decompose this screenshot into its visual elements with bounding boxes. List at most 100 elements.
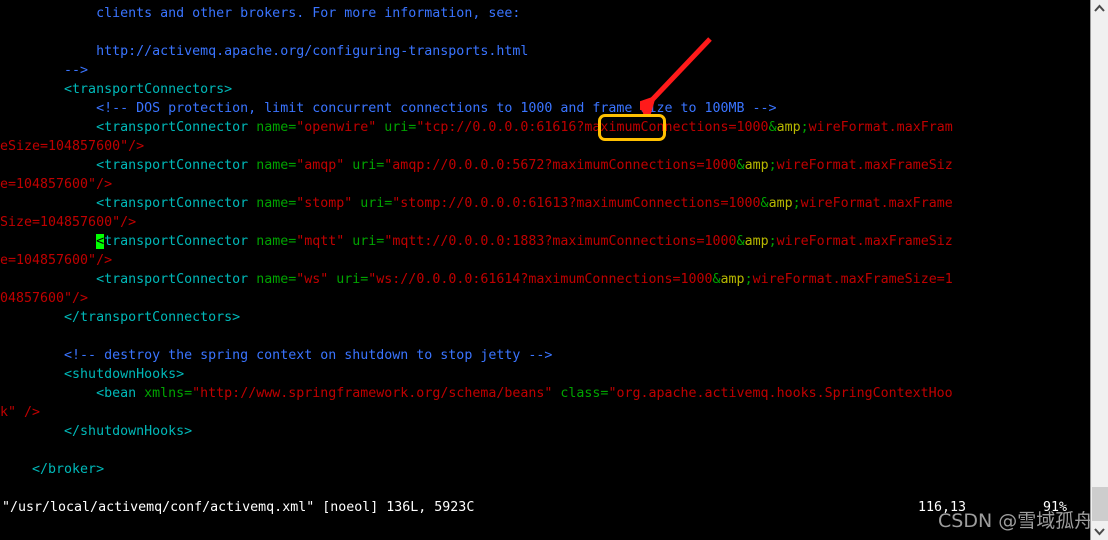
code-line: --> bbox=[0, 61, 1090, 80]
code-token: & bbox=[768, 120, 777, 135]
code-line: <transportConnector name="stomp" uri="st… bbox=[0, 194, 1090, 213]
code-token: name= bbox=[256, 158, 297, 173]
code-token: "org.apache.activemq.hooks.SpringContext… bbox=[608, 386, 953, 401]
code-token: uri= bbox=[352, 158, 385, 173]
code-token: transportConnector bbox=[104, 234, 257, 249]
code-line: <shutdownHooks> bbox=[0, 365, 1090, 384]
code-line: Size=104857600"/> bbox=[0, 213, 1090, 232]
code-line: <transportConnector name="mqtt" uri="mqt… bbox=[0, 232, 1090, 251]
code-line: <transportConnector name="amqp" uri="amq… bbox=[0, 156, 1090, 175]
terminal-window: clients and other brokers. For more info… bbox=[0, 0, 1108, 540]
vim-status-line: "/usr/local/activemq/conf/activemq.xml" … bbox=[0, 498, 1090, 518]
code-token: ; bbox=[744, 272, 753, 287]
code-line: </transportConnectors> bbox=[0, 308, 1090, 327]
code-token: </transportConnectors> bbox=[0, 310, 241, 325]
code-token: k" /> bbox=[0, 405, 41, 420]
code-line: <!-- DOS protection, limit concurrent co… bbox=[0, 99, 1090, 118]
code-token: uri= bbox=[384, 120, 417, 135]
code-token: & bbox=[760, 196, 769, 211]
code-line: eSize=104857600"/> bbox=[0, 137, 1090, 156]
code-line: <bean xmlns="http://www.springframework.… bbox=[0, 384, 1090, 403]
code-line: http://activemq.apache.org/configuring-t… bbox=[0, 42, 1090, 61]
code-line: <transportConnector name="openwire" uri=… bbox=[0, 118, 1090, 137]
code-token: <bean bbox=[0, 386, 145, 401]
code-token: <transportConnector bbox=[0, 272, 257, 287]
code-token: "amqp" bbox=[296, 158, 353, 173]
code-token: name= bbox=[256, 234, 297, 249]
code-token: <!-- destroy the spring context on shutd… bbox=[0, 348, 553, 363]
code-line: e=104857600"/> bbox=[0, 175, 1090, 194]
code-token: http://activemq.apache.org/configuring-t… bbox=[0, 44, 529, 59]
code-line: <transportConnectors> bbox=[0, 80, 1090, 99]
scroll-down-arrow-icon[interactable] bbox=[1091, 523, 1108, 540]
code-token: e=104857600"/> bbox=[0, 177, 113, 192]
code-token: wireFormat.maxFrameSize=1 bbox=[752, 272, 953, 287]
code-token: clients and other brokers. For more info… bbox=[0, 6, 521, 21]
code-token: "ws://0.0.0.0:61614?maximumConnections=1… bbox=[368, 272, 713, 287]
code-token: "amqp://0.0.0.0:5672?maximumConnections=… bbox=[384, 158, 737, 173]
code-token: eSize=104857600"/> bbox=[0, 139, 145, 154]
code-token: name= bbox=[256, 272, 297, 287]
code-token: --> bbox=[0, 63, 89, 78]
code-token: xmlns= bbox=[144, 386, 193, 401]
scrollbar-thumb[interactable] bbox=[1092, 487, 1108, 521]
scrollbar-track[interactable] bbox=[1091, 17, 1108, 523]
code-token: <transportConnector bbox=[0, 120, 257, 135]
code-token: name= bbox=[256, 196, 297, 211]
code-token: ; bbox=[768, 158, 777, 173]
code-token: "tcp://0.0.0.0:61616?maximumConnections=… bbox=[416, 120, 769, 135]
code-token: amp bbox=[744, 234, 769, 249]
code-token: "stomp://0.0.0.0:61613?maximumConnection… bbox=[392, 196, 761, 211]
code-token: class= bbox=[560, 386, 609, 401]
code-token: Size=104857600"/> bbox=[0, 215, 137, 230]
code-token: <!-- DOS protection, limit concurrent co… bbox=[0, 101, 777, 116]
code-token: <transportConnector bbox=[0, 196, 257, 211]
status-file-info: "/usr/local/activemq/conf/activemq.xml" … bbox=[2, 500, 475, 515]
code-token: "mqtt://0.0.0.0:1883?maximumConnections=… bbox=[384, 234, 737, 249]
code-token: e=104857600"/> bbox=[0, 253, 113, 268]
code-token: & bbox=[736, 234, 745, 249]
code-token: name= bbox=[256, 120, 297, 135]
code-token: amp bbox=[768, 196, 793, 211]
code-token: "openwire" bbox=[296, 120, 385, 135]
code-token: & bbox=[712, 272, 721, 287]
scroll-up-arrow-icon[interactable] bbox=[1091, 0, 1108, 17]
code-line: e=104857600"/> bbox=[0, 251, 1090, 270]
code-lines[interactable]: clients and other brokers. For more info… bbox=[0, 4, 1090, 479]
code-token: uri= bbox=[360, 196, 393, 211]
chevron-down-icon bbox=[1094, 528, 1105, 536]
code-line: <!-- destroy the spring context on shutd… bbox=[0, 346, 1090, 365]
code-line: clients and other brokers. For more info… bbox=[0, 4, 1090, 23]
code-line: </broker> bbox=[0, 460, 1090, 479]
code-token: "mqtt" bbox=[296, 234, 353, 249]
code-token: </broker> bbox=[0, 462, 105, 477]
vim-editor-viewport[interactable]: clients and other brokers. For more info… bbox=[0, 0, 1090, 540]
csdn-watermark: CSDN @雪域孤舟 bbox=[938, 510, 1094, 532]
code-token: "stomp" bbox=[296, 196, 361, 211]
code-token: <shutdownHooks> bbox=[0, 367, 185, 382]
code-token: wireFormat.maxFrame bbox=[800, 196, 953, 211]
code-line: k" /> bbox=[0, 403, 1090, 422]
code-token: <transportConnector bbox=[0, 158, 257, 173]
code-token: "http://www.springframework.org/schema/b… bbox=[192, 386, 561, 401]
code-token: amp bbox=[720, 272, 745, 287]
code-token: wireFormat.maxFrameSiz bbox=[776, 234, 953, 249]
chevron-up-icon bbox=[1094, 4, 1105, 12]
code-line: </shutdownHooks> bbox=[0, 422, 1090, 441]
code-line: <transportConnector name="ws" uri="ws://… bbox=[0, 270, 1090, 289]
code-token: uri= bbox=[352, 234, 385, 249]
vertical-scrollbar[interactable] bbox=[1090, 0, 1108, 540]
code-line: 04857600"/> bbox=[0, 289, 1090, 308]
code-token: 04857600"/> bbox=[0, 291, 89, 306]
code-token: uri= bbox=[336, 272, 369, 287]
code-token: ; bbox=[768, 234, 777, 249]
code-token: amp bbox=[776, 120, 801, 135]
code-token: & bbox=[736, 158, 745, 173]
code-token: wireFormat.maxFrameSiz bbox=[776, 158, 953, 173]
code-token: ; bbox=[800, 120, 809, 135]
code-token: </shutdownHooks> bbox=[0, 424, 193, 439]
